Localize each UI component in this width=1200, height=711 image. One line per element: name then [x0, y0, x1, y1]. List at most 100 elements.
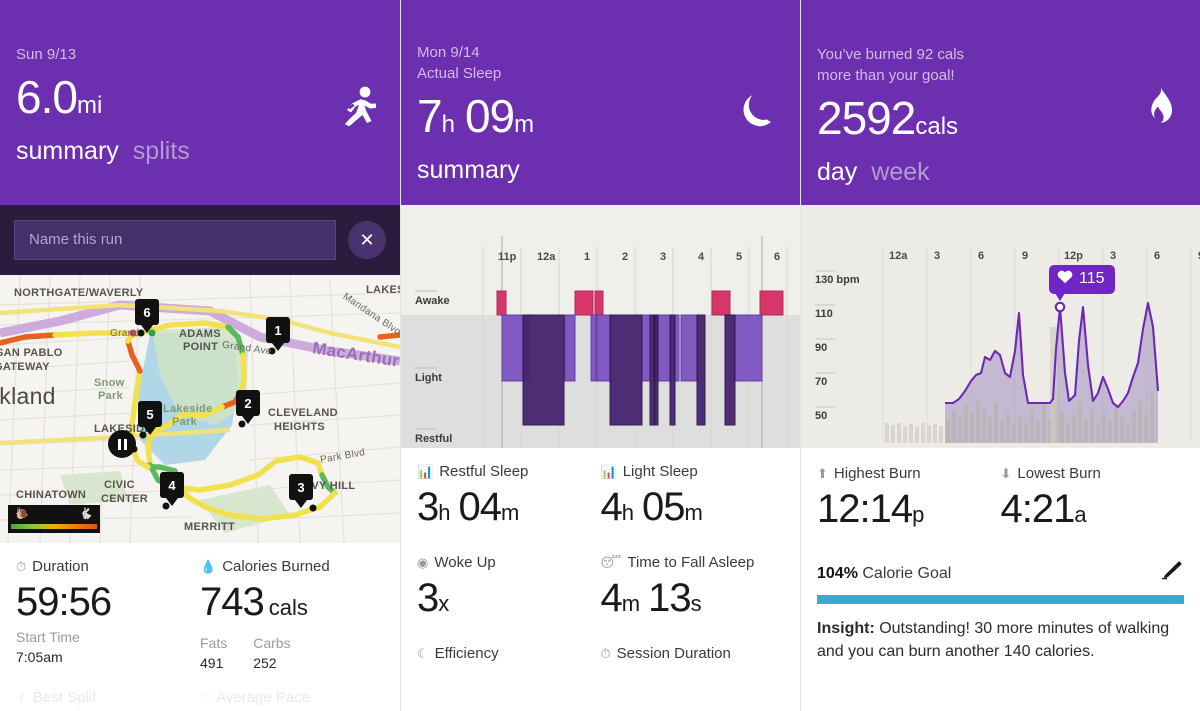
run-stats-row-1: ⏱ Duration 59:56 Start Time 7:05am 💧 Cal… — [16, 557, 384, 688]
sleep-xtick-2: 2 — [622, 251, 629, 263]
map-label-heights: HEIGHTS — [274, 421, 325, 433]
sleep-xtick-12a: 12a — [537, 251, 556, 263]
hr-tooltip: 115 — [1049, 265, 1115, 294]
hr-xtick-3p: 3 — [1110, 250, 1117, 262]
u1: x — [438, 591, 450, 616]
calories-unit: cals — [915, 113, 959, 140]
map-marker-label: 2 — [236, 390, 260, 416]
hr-xtick-9a: 9 — [1022, 250, 1029, 262]
calories-value: 2592cals — [817, 86, 1184, 144]
hr-xtick-12p: 12p — [1064, 250, 1083, 262]
stat-sub-value: 252 — [253, 655, 277, 671]
hr-xtick-3a: 3 — [934, 250, 941, 262]
stat-calories-value: 743 cals — [200, 577, 384, 633]
hr-ytick-110: 110 — [815, 308, 833, 320]
stat-ttfa-value: 4m 13s — [601, 573, 785, 629]
sleep-minutes-unit: m — [514, 111, 535, 138]
bars-icon: 📊 — [417, 464, 434, 479]
stat-label-text: Efficiency — [434, 645, 499, 662]
stat-restful-value: 3h 04m — [417, 482, 601, 538]
hr-ytick-70: 70 — [815, 376, 828, 388]
heart-rate-chart[interactable]: 130 bpm 110 90 70 50 12a 3 6 9 12p 3 6 9… — [801, 205, 1200, 448]
v1: 4 — [600, 485, 623, 529]
map-marker-1[interactable]: 1 — [266, 317, 290, 351]
stat-light-label: 📊 Light Sleep — [601, 462, 785, 482]
stat-time-to-fall-asleep: 😴 Time to Fall Asleep 4m 13s — [601, 553, 785, 644]
calorie-goal-label: Calorie Goal — [862, 564, 952, 582]
moon-icon: ☾ — [417, 646, 429, 661]
run-panel: Sun 9/13 6.0mi summary splits Name this … — [0, 0, 400, 711]
stat-light-sleep: 📊 Light Sleep 4h 05m — [601, 462, 785, 553]
stat-session-duration: ⏱ Session Duration — [601, 644, 785, 679]
v1: 4:21 — [1000, 487, 1076, 531]
insight-text: Insight: Outstanding! 30 more minutes of… — [801, 604, 1200, 663]
stat-sub-label: Fats — [200, 635, 228, 651]
stat-restful-label: 📊 Restful Sleep — [417, 462, 601, 482]
run-name-input[interactable]: Name this run — [14, 220, 336, 260]
hr-xtick-6p: 6 — [1154, 250, 1161, 262]
stat-best-split: ⬆ Best Split — [16, 688, 200, 711]
map-marker-5[interactable]: 5 — [138, 401, 162, 435]
map-marker-6[interactable]: 6 — [135, 299, 159, 333]
calories-number: 2592 — [817, 92, 916, 144]
tab-week[interactable]: week — [871, 158, 929, 187]
map-marker-2[interactable]: 2 — [236, 390, 260, 424]
pause-icon[interactable] — [108, 430, 136, 458]
sleep-duration: 7h 09m — [417, 84, 784, 142]
map-label-gateway: GATEWAY — [0, 361, 50, 373]
map-label-adams: ADAMS — [179, 328, 221, 340]
stat-average-pace-label: ⏱ Average Pace — [200, 688, 384, 708]
stat-efficiency: ☾ Efficiency — [417, 644, 601, 679]
map-marker-4[interactable]: 4 — [160, 472, 184, 506]
hr-chart-canvas — [801, 205, 1200, 448]
stat-woke-up-label: ◉ Woke Up — [417, 553, 601, 573]
stat-label-text: Average Pace — [216, 689, 311, 706]
map-marker-3[interactable]: 3 — [289, 474, 313, 508]
sleeping-zzz-icon: 😴 — [600, 555, 622, 570]
flame-icon: 💧 — [200, 559, 217, 574]
tab-splits[interactable]: splits — [133, 137, 190, 166]
sleep-stats-row-3: ☾ Efficiency ⏱ Session Duration — [417, 644, 784, 679]
calorie-goal-section: 104% Calorie Goal — [801, 555, 1200, 604]
stat-value-unit: cals — [268, 595, 308, 620]
sleep-stage-chart[interactable]: Asleep 10:28p Woke Up 5:37a — [401, 205, 800, 448]
hr-ytick-90: 90 — [815, 342, 828, 354]
map-label-lakeside-park: Park — [172, 416, 198, 428]
tab-sleep-summary[interactable]: summary — [417, 156, 520, 185]
hr-xtick-12a: 12a — [889, 250, 908, 262]
stopwatch-icon: ⏱ — [600, 646, 611, 661]
stat-label-text: Time to Fall Asleep — [627, 554, 755, 571]
calorie-goal-text: 104% Calorie Goal — [817, 565, 951, 583]
stat-label-text: Woke Up — [434, 554, 496, 571]
stat-calories-sub: Fats 491 Carbs 252 — [200, 633, 384, 673]
pencil-icon[interactable] — [1162, 561, 1184, 586]
calories-headline-2: more than your goal! — [817, 67, 955, 84]
legend-gradient-bar — [11, 524, 97, 529]
tab-day[interactable]: day — [817, 158, 861, 198]
stat-highest-burn-value: 12:14p — [817, 484, 1001, 540]
stat-duration-label: ⏱ Duration — [16, 557, 200, 577]
sleep-date: Mon 9/14 — [417, 44, 480, 61]
v1: 4 — [600, 576, 623, 620]
hr-tooltip-value: 115 — [1079, 270, 1105, 287]
run-map[interactable]: Oakland NORTHGATE/WAVERLY SAN PABLO GATE… — [0, 275, 400, 543]
calories-panel: You’ve burned 92 cals more than your goa… — [800, 0, 1200, 711]
stat-woke-up: ◉ Woke Up 3x — [417, 553, 601, 644]
tab-summary[interactable]: summary — [16, 137, 119, 166]
run-stats: ⏱ Duration 59:56 Start Time 7:05am 💧 Cal… — [0, 543, 400, 711]
stat-average-pace: ⏱ Average Pace — [200, 688, 384, 711]
map-label-lakeside: Lakeside — [163, 403, 213, 415]
calories-header: You’ve burned 92 cals more than your goa… — [801, 0, 1200, 205]
map-label-merritt: MERRITT — [184, 521, 235, 533]
flame-icon — [1144, 88, 1176, 131]
bars-icon: 📊 — [600, 464, 617, 479]
sleep-stats: 📊 Restful Sleep 3h 04m 📊 Light Sleep 4h 05… — [401, 448, 800, 679]
insight-label: Insight: — [817, 620, 875, 637]
close-icon[interactable]: ✕ — [348, 221, 386, 259]
hr-ytick-130: 130 bpm — [815, 274, 860, 286]
eye-icon: ◉ — [417, 555, 429, 570]
map-label-point: POINT — [183, 341, 219, 353]
map-marker-label: 1 — [266, 317, 290, 343]
stat-label-text: Best Split — [32, 689, 97, 706]
active-tab-caret — [839, 187, 861, 198]
